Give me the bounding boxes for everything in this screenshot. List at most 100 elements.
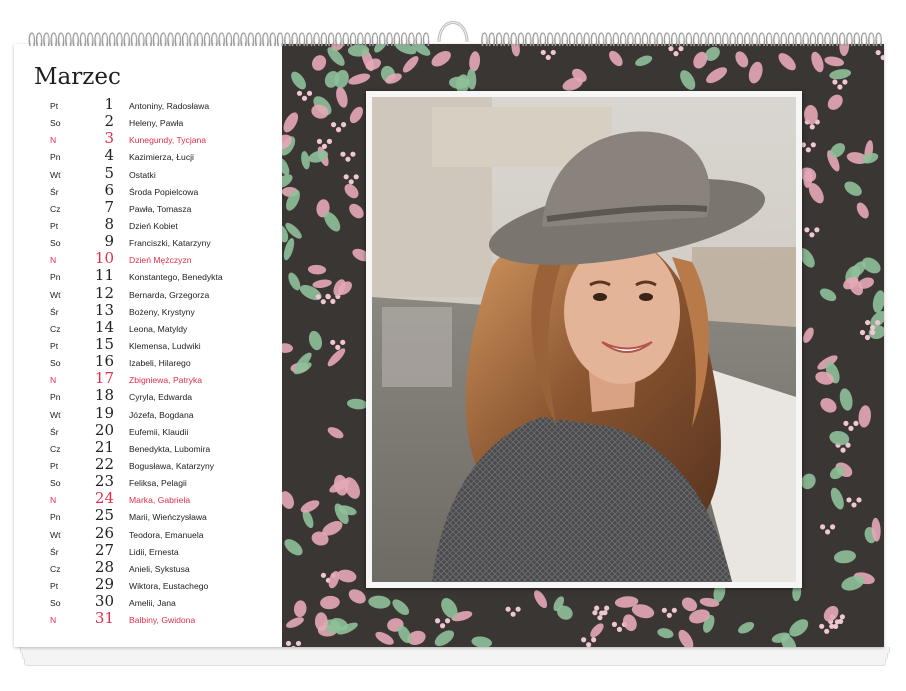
weekday-abbr: So — [50, 598, 61, 609]
name-day: Józefa, Bogdana — [129, 409, 194, 420]
day-row: N 31 Balbiny, Gwidona — [14, 609, 282, 628]
day-number: 19 — [94, 403, 114, 422]
weekday-abbr: So — [50, 478, 61, 489]
weekday-abbr: Pt — [50, 580, 59, 591]
day-number: 31 — [94, 609, 114, 628]
day-number: 2 — [104, 112, 114, 131]
name-day: Kunegundy, Tycjana — [129, 135, 207, 146]
day-number: 15 — [94, 334, 114, 353]
day-number: 1 — [104, 95, 114, 113]
name-day: Anieli, Sykstusa — [129, 563, 190, 574]
day-row: Śr 13 Bożeny, Krystyny — [14, 300, 282, 320]
day-row: So 9 Franciszki, Katarzyny — [14, 232, 282, 251]
day-number: 24 — [94, 489, 114, 508]
day-row: Cz 21 Benedykta, Lubomira — [14, 437, 282, 457]
name-day: Wiktora, Eustachego — [129, 580, 209, 591]
name-day: Konstantego, Benedykta — [129, 272, 223, 283]
weekday-abbr: Śr — [50, 186, 59, 197]
day-number: 21 — [94, 437, 114, 456]
name-day: Heleny, Pawła — [129, 118, 184, 129]
calendar-column: Marzec Pt 1 Antoniny, Radosława So 2 Heleny, … — [14, 44, 282, 647]
photo-panel — [282, 44, 884, 647]
name-day: Kazimierza, Łucji — [129, 152, 194, 163]
name-day: Klemensa, Ludwiki — [129, 340, 201, 351]
weekday-abbr: So — [50, 118, 61, 129]
day-row: N 17 Zbigniewa, Patryka — [14, 369, 282, 388]
day-number: 17 — [94, 369, 114, 388]
day-number: 29 — [94, 574, 114, 593]
weekday-abbr: Cz — [50, 443, 61, 454]
day-row: Pt 1 Antoniny, Radosława — [14, 95, 282, 114]
calendar-page: Marzec Pt 1 Antoniny, Radosława So 2 Heleny, … — [14, 44, 884, 647]
name-day: Leona, Matyldy — [129, 323, 188, 334]
weekday-abbr: Pt — [50, 460, 59, 471]
name-day: Franciszki, Katarzyny — [129, 238, 211, 249]
name-day: Eufemii, Klaudii — [129, 426, 189, 437]
day-number: 20 — [94, 420, 114, 439]
weekday-abbr: N — [50, 255, 57, 266]
weekday-abbr: Pn — [50, 272, 61, 283]
name-day: Zbigniewa, Patryka — [129, 375, 203, 386]
day-row: Pt 29 Wiktora, Eustachego — [14, 574, 282, 594]
weekday-abbr: N — [50, 615, 57, 626]
weekday-abbr: N — [50, 135, 57, 146]
name-day: Balbiny, Gwidona — [129, 615, 196, 626]
weekday-abbr: Wt — [50, 529, 61, 540]
name-day: Środa Popielcowa — [129, 186, 199, 197]
day-row: So 2 Heleny, Pawła — [14, 112, 282, 131]
name-day: Izabeli, Hilarego — [129, 358, 191, 369]
weekday-abbr: Pn — [50, 152, 61, 163]
day-row: So 23 Feliksa, Pelagii — [14, 473, 282, 491]
day-number: 11 — [94, 266, 114, 285]
day-row: Cz 14 Leona, Matyldy — [14, 319, 282, 337]
weekday-abbr: Wt — [50, 169, 61, 180]
day-row: Śr 6 Środa Popielcowa — [14, 180, 282, 200]
weekday-abbr: N — [50, 495, 57, 506]
weekday-abbr: Śr — [50, 426, 59, 437]
weekday-abbr: Pt — [50, 101, 59, 111]
day-row: Pt 8 Dzień Kobiet — [14, 216, 282, 234]
day-row: Wt 19 Józefa, Bogdana — [14, 403, 282, 423]
hanger-hook — [437, 21, 469, 43]
day-number: 9 — [104, 232, 114, 251]
day-list: Pt 1 Antoniny, Radosława So 2 Heleny, Pawła N 3… — [14, 95, 282, 628]
name-day: Bożeny, Krystyny — [129, 306, 195, 317]
day-row: Wt 5 Ostatki — [14, 165, 282, 183]
day-row: N 24 Marka, Gabriela — [14, 489, 282, 508]
day-number: 28 — [94, 557, 114, 576]
page-edge — [24, 659, 886, 666]
day-row: N 3 Kunegundy, Tycjana — [14, 130, 282, 148]
photo-frame — [366, 91, 802, 588]
weekday-abbr: Cz — [50, 323, 61, 334]
day-number: 30 — [94, 592, 114, 611]
weekday-abbr: N — [50, 375, 57, 386]
day-row: So 16 Izabeli, Hilarego — [14, 352, 282, 371]
day-row: Pn 25 Marii, Wieńczysława — [14, 506, 282, 525]
name-day: Antoniny, Radosława — [129, 101, 210, 111]
month-title: Marzec — [34, 64, 121, 90]
portrait-photo — [372, 97, 796, 582]
weekday-abbr: Pn — [50, 392, 61, 403]
day-number: 13 — [94, 300, 114, 319]
name-day: Dzień Kobiet — [129, 220, 178, 231]
name-day: Dzień Mężczyzn — [129, 255, 192, 266]
day-row: Śr 27 Lidii, Ernesta — [14, 540, 282, 560]
day-number: 27 — [94, 540, 114, 559]
day-number: 16 — [94, 352, 114, 371]
day-number: 4 — [104, 146, 114, 165]
day-row: Pn 11 Konstantego, Benedykta — [14, 266, 282, 285]
name-day: Benedykta, Lubomira — [129, 443, 211, 454]
name-day: Feliksa, Pelagii — [129, 478, 187, 489]
day-number: 26 — [94, 523, 114, 542]
day-row: Pt 15 Klemensa, Ludwiki — [14, 334, 282, 354]
day-number: 22 — [94, 454, 114, 473]
weekday-abbr: Pt — [50, 220, 59, 231]
day-number: 6 — [104, 180, 114, 199]
day-row: Wt 26 Teodora, Emanuela — [14, 523, 282, 543]
name-day: Marka, Gabriela — [129, 495, 191, 506]
day-number: 25 — [94, 506, 114, 525]
name-day: Lidii, Ernesta — [129, 546, 179, 557]
day-row: Pt 22 Bogusława, Katarzyny — [14, 454, 282, 474]
weekday-abbr: Cz — [50, 563, 61, 574]
weekday-abbr: So — [50, 358, 61, 369]
